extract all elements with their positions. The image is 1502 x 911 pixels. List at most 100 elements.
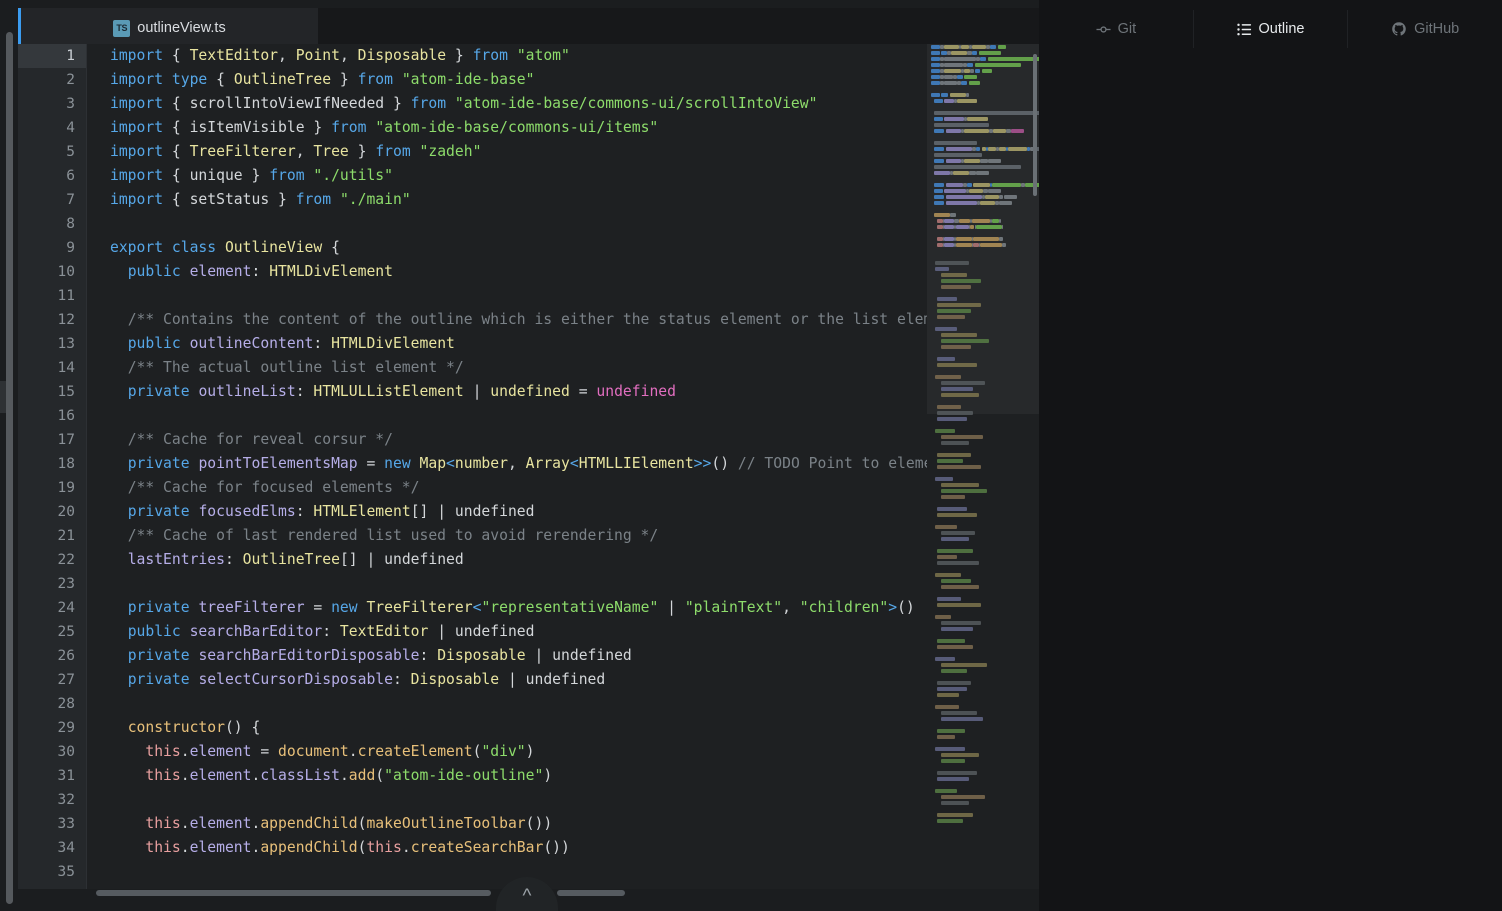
minimap-segment — [937, 507, 967, 511]
code-token: | — [463, 383, 491, 400]
minimap-segment — [944, 219, 955, 223]
tab-git[interactable]: Git — [1039, 10, 1194, 48]
code-token: element — [189, 263, 252, 280]
code-token: unique — [189, 167, 243, 184]
fold-gutter[interactable] — [86, 44, 91, 889]
code-line: this.element.appendChild(makeOutlineTool… — [92, 812, 1039, 836]
tab-git-label: Git — [1117, 21, 1137, 37]
minimap-segment — [941, 795, 985, 799]
minimap-segment — [937, 549, 973, 553]
code-editor[interactable]: 1 2 3 4 5 6 7 8 9 10 11 12 13 14 15 16 17 18 19 20 21 22 23 24 2… — [18, 44, 1039, 889]
minimap-segment — [944, 117, 965, 121]
code-token: . — [348, 743, 358, 760]
tab-outline[interactable]: Outline — [1194, 10, 1349, 48]
code-token: : — [419, 647, 438, 664]
line-number: 5 — [66, 144, 75, 160]
minimap-segment — [935, 261, 969, 265]
minimap-segment — [931, 51, 940, 55]
code-token: : — [295, 383, 314, 400]
code-token: : — [224, 551, 243, 568]
code-line: import { unique } from "./utils" — [92, 164, 1039, 188]
minimap-segment — [935, 747, 965, 751]
minimap-segment — [933, 213, 950, 217]
code-token: /** Contains the content of the outline … — [127, 311, 959, 328]
minimap-segment — [937, 693, 959, 697]
code-line: constructor() { — [92, 716, 1039, 740]
minimap-segment — [974, 63, 1021, 67]
minimap-segment — [980, 57, 987, 61]
minimap-segment — [941, 495, 965, 499]
tab-github[interactable]: GitHub — [1348, 10, 1502, 48]
minimap-scrollbar[interactable] — [1033, 54, 1037, 196]
minimap-segment — [937, 513, 977, 517]
code-content[interactable]: import { TextEditor, Point, Disposable }… — [92, 44, 1039, 889]
minimap-segment — [981, 69, 992, 73]
code-token: Point — [295, 47, 340, 64]
minimap-segment — [944, 99, 955, 103]
code-token: searchBarEditor — [189, 623, 323, 640]
minimap-segment — [945, 195, 982, 199]
line-number: 13 — [57, 336, 75, 352]
code-token: focusedElms — [198, 503, 296, 520]
code-token: = — [251, 743, 279, 760]
code-token: private — [127, 503, 190, 520]
line-number: 21 — [57, 528, 75, 544]
minimap-segment — [987, 147, 997, 151]
minimap-segment — [945, 201, 978, 205]
line-number: 23 — [57, 576, 75, 592]
minimap-segment — [961, 45, 969, 49]
code-token: from — [331, 119, 367, 136]
code-token: } — [269, 191, 296, 208]
code-token: HTMLULListElement — [313, 383, 464, 400]
editor-horizontal-scrollbar-right[interactable] — [557, 890, 625, 896]
code-token: . — [339, 767, 349, 784]
code-token: class — [171, 239, 217, 256]
code-token: { — [163, 167, 190, 184]
minimap-segment — [944, 189, 966, 193]
line-number: 2 — [66, 72, 75, 88]
code-token: appendChild — [260, 815, 358, 832]
editor-vertical-scrollbar[interactable] — [6, 32, 13, 904]
line-number: 31 — [57, 768, 75, 784]
code-token: HTMLElement — [313, 503, 411, 520]
minimap-segment — [944, 75, 953, 79]
editor-horizontal-scrollbar-left[interactable] — [96, 890, 491, 896]
minimap-segment — [973, 237, 1000, 241]
minimap-segment — [975, 171, 989, 175]
code-token: import — [110, 191, 164, 208]
minimap-segment — [975, 225, 1003, 229]
code-token: /** Cache for reveal corsur */ — [127, 431, 393, 448]
code-token: from — [375, 143, 411, 160]
minimap-segment — [987, 159, 1001, 163]
code-line: private focusedElms: HTMLElement[] | und… — [92, 500, 1039, 524]
minimap-segment — [933, 183, 945, 187]
code-token: TextEditor — [189, 47, 279, 64]
code-token: new — [331, 599, 358, 616]
dock-tabbar: Git Outline GitHub — [1039, 10, 1502, 48]
minimap-segment — [935, 525, 957, 529]
code-token: element — [189, 839, 252, 856]
minimap[interactable] — [927, 44, 1039, 889]
minimap-segment — [1003, 195, 1017, 199]
code-token: { — [163, 143, 190, 160]
code-token: HTMLLIElement — [578, 455, 694, 472]
minimap-segment — [944, 45, 959, 49]
minimap-segment — [937, 453, 971, 457]
editor-tab-outlineview[interactable]: TS outlineView.ts — [18, 8, 318, 48]
minimap-segment — [937, 645, 973, 649]
minimap-segment — [941, 345, 971, 349]
code-token: from — [410, 95, 447, 112]
minimap-segment — [954, 219, 959, 223]
minimap-segment — [937, 315, 965, 319]
minimap-segment — [978, 51, 1001, 55]
code-token: new — [384, 455, 411, 472]
editor-tab-label: outlineView.ts — [137, 20, 226, 36]
